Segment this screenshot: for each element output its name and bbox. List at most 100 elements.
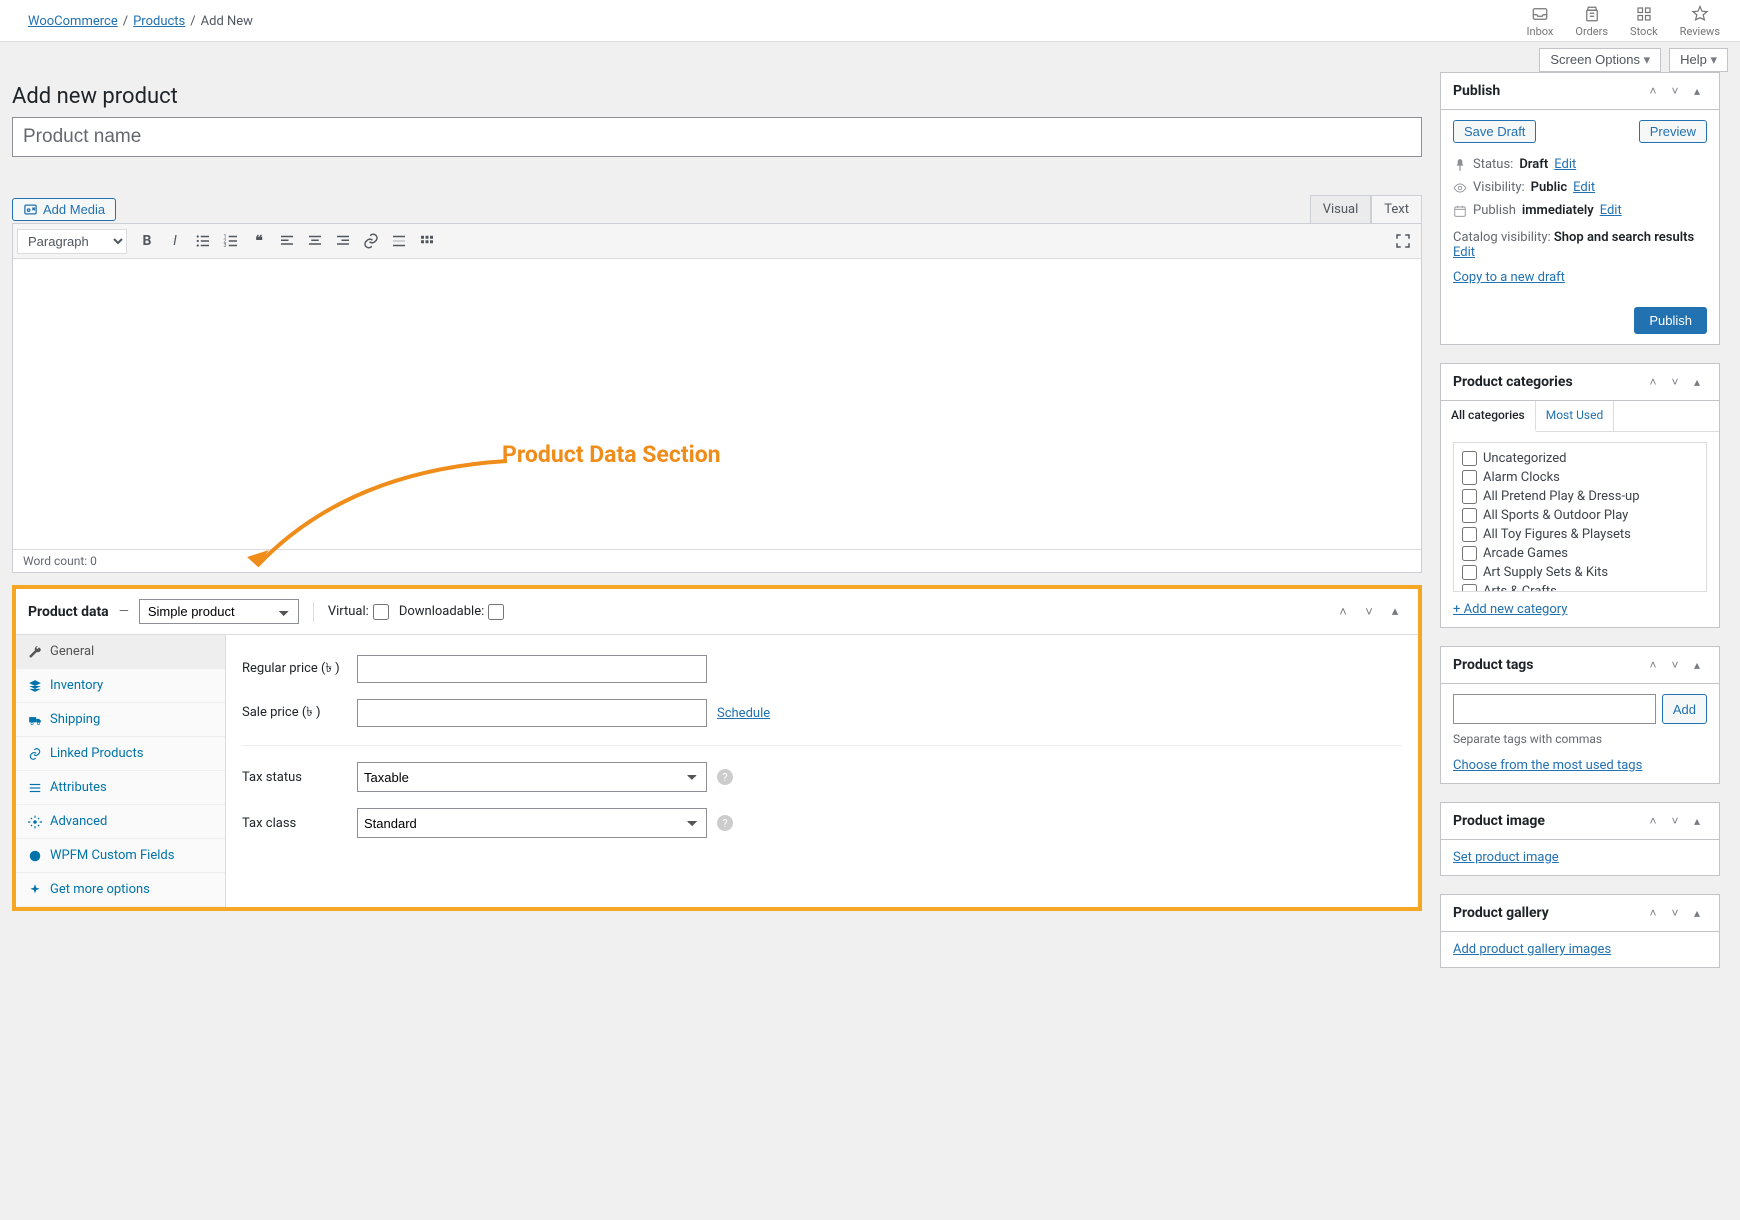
tag-input[interactable] [1453, 694, 1656, 724]
category-item[interactable]: All Toy Figures & Playsets [1462, 525, 1698, 544]
tax-status-select[interactable]: Taxable [357, 762, 707, 792]
calendar-icon [1453, 204, 1467, 218]
categories-list[interactable]: Uncategorized Alarm Clocks All Pretend P… [1453, 442, 1707, 592]
schedule-link[interactable]: Schedule [717, 706, 770, 721]
editor-content[interactable] [13, 259, 1421, 549]
paragraph-select[interactable]: Paragraph [17, 229, 127, 254]
pd-tab-shipping[interactable]: Shipping [16, 703, 225, 737]
reviews-icon [1691, 5, 1709, 23]
category-item[interactable]: Art Supply Sets & Kits [1462, 563, 1698, 582]
pd-tab-more[interactable]: Get more options [16, 873, 225, 907]
quote-button[interactable]: ❝ [245, 227, 273, 255]
pd-tab-linked[interactable]: Linked Products [16, 737, 225, 771]
topnav-stock[interactable]: Stock [1630, 5, 1658, 38]
downloadable-checkbox[interactable] [488, 604, 504, 620]
screen-options-button[interactable]: Screen Options [1539, 48, 1661, 72]
catalog-edit-link[interactable]: Edit [1453, 245, 1475, 260]
gallery-box: Product gallery ˄˅▴ Add product gallery … [1440, 894, 1720, 968]
help-button[interactable]: Help [1669, 48, 1728, 72]
preview-button[interactable]: Preview [1639, 120, 1707, 143]
align-left-button[interactable] [273, 227, 301, 255]
metabox-down-icon[interactable]: ˅ [1665, 811, 1685, 831]
help-icon[interactable]: ? [717, 769, 733, 785]
pd-tab-inventory[interactable]: Inventory [16, 669, 225, 703]
category-item[interactable]: Arts & Crafts [1462, 582, 1698, 592]
metabox-up-icon[interactable]: ˄ [1643, 655, 1663, 675]
tag-hint: Separate tags with commas [1453, 732, 1707, 746]
pd-tab-attributes[interactable]: Attributes [16, 771, 225, 805]
status-edit-link[interactable]: Edit [1554, 157, 1576, 172]
metabox-down-icon[interactable]: ˅ [1665, 81, 1685, 101]
visibility-edit-link[interactable]: Edit [1573, 180, 1595, 195]
category-item[interactable]: Arcade Games [1462, 544, 1698, 563]
metabox-up-icon[interactable]: ˄ [1332, 601, 1354, 623]
product-type-select[interactable]: Simple product [139, 599, 299, 624]
topnav-reviews[interactable]: Reviews [1680, 5, 1720, 38]
align-center-button[interactable] [301, 227, 329, 255]
italic-button[interactable]: I [161, 227, 189, 255]
category-item[interactable]: All Sports & Outdoor Play [1462, 506, 1698, 525]
tax-status-label: Tax status [242, 770, 357, 785]
metabox-collapse-icon[interactable]: ▴ [1687, 372, 1707, 392]
metabox-down-icon[interactable]: ˅ [1665, 903, 1685, 923]
set-image-link[interactable]: Set product image [1453, 850, 1559, 865]
align-center-icon [306, 232, 324, 250]
publish-button[interactable]: Publish [1634, 307, 1707, 334]
metabox-up-icon[interactable]: ˄ [1643, 903, 1663, 923]
topnav-inbox[interactable]: Inbox [1527, 5, 1554, 38]
link-button[interactable] [357, 227, 385, 255]
fullscreen-button[interactable] [1389, 227, 1417, 255]
bullet-list-icon [194, 232, 212, 250]
number-list-button[interactable]: 123 [217, 227, 245, 255]
breadcrumb-products[interactable]: Products [133, 14, 185, 29]
sale-price-input[interactable] [357, 699, 707, 727]
save-draft-button[interactable]: Save Draft [1453, 120, 1536, 143]
pd-tab-general[interactable]: General [16, 635, 225, 669]
topnav-orders[interactable]: Orders [1575, 5, 1608, 38]
metabox-collapse-icon[interactable]: ▴ [1384, 601, 1406, 623]
pd-tab-advanced[interactable]: Advanced [16, 805, 225, 839]
bullet-list-button[interactable] [189, 227, 217, 255]
editor-tab-text[interactable]: Text [1371, 195, 1422, 223]
category-item[interactable]: Alarm Clocks [1462, 468, 1698, 487]
cat-tab-most[interactable]: Most Used [1536, 401, 1615, 431]
add-tag-button[interactable]: Add [1662, 694, 1707, 724]
metabox-up-icon[interactable]: ˄ [1643, 372, 1663, 392]
regular-price-input[interactable] [357, 655, 707, 683]
add-gallery-link[interactable]: Add product gallery images [1453, 942, 1611, 957]
regular-price-label: Regular price (৳ ) [242, 659, 357, 680]
virtual-checkbox-label[interactable]: Virtual: [328, 604, 389, 620]
add-category-link[interactable]: + Add new category [1453, 602, 1567, 617]
editor-tab-visual[interactable]: Visual [1310, 195, 1372, 223]
tax-class-select[interactable]: Standard [357, 808, 707, 838]
cat-tab-all[interactable]: All categories [1441, 401, 1536, 432]
help-icon[interactable]: ? [717, 815, 733, 831]
metabox-collapse-icon[interactable]: ▴ [1687, 81, 1707, 101]
metabox-down-icon[interactable]: ˅ [1665, 372, 1685, 392]
align-right-icon [334, 232, 352, 250]
copy-draft-link[interactable]: Copy to a new draft [1453, 270, 1565, 285]
metabox-collapse-icon[interactable]: ▴ [1687, 655, 1707, 675]
metabox-down-icon[interactable]: ˅ [1665, 655, 1685, 675]
insert-more-button[interactable] [385, 227, 413, 255]
downloadable-checkbox-label[interactable]: Downloadable: [399, 604, 504, 620]
gallery-title: Product gallery [1453, 905, 1549, 921]
align-right-button[interactable] [329, 227, 357, 255]
virtual-checkbox[interactable] [373, 604, 389, 620]
metabox-collapse-icon[interactable]: ▴ [1687, 811, 1707, 831]
choose-tags-link[interactable]: Choose from the most used tags [1453, 758, 1642, 773]
metabox-collapse-icon[interactable]: ▴ [1687, 903, 1707, 923]
breadcrumb-woocommerce[interactable]: WooCommerce [28, 14, 118, 29]
product-name-input[interactable] [12, 117, 1422, 157]
publish-date-edit-link[interactable]: Edit [1600, 203, 1622, 218]
add-media-button[interactable]: Add Media [12, 198, 116, 221]
toolbar-toggle-button[interactable] [413, 227, 441, 255]
pd-tab-wpfm[interactable]: WPFM Custom Fields [16, 839, 225, 873]
category-item[interactable]: All Pretend Play & Dress-up [1462, 487, 1698, 506]
category-item[interactable]: Uncategorized [1462, 449, 1698, 468]
bold-button[interactable]: B [133, 227, 161, 255]
metabox-up-icon[interactable]: ˄ [1643, 811, 1663, 831]
metabox-up-icon[interactable]: ˄ [1643, 81, 1663, 101]
more-tag-icon [390, 232, 408, 250]
metabox-down-icon[interactable]: ˅ [1358, 601, 1380, 623]
